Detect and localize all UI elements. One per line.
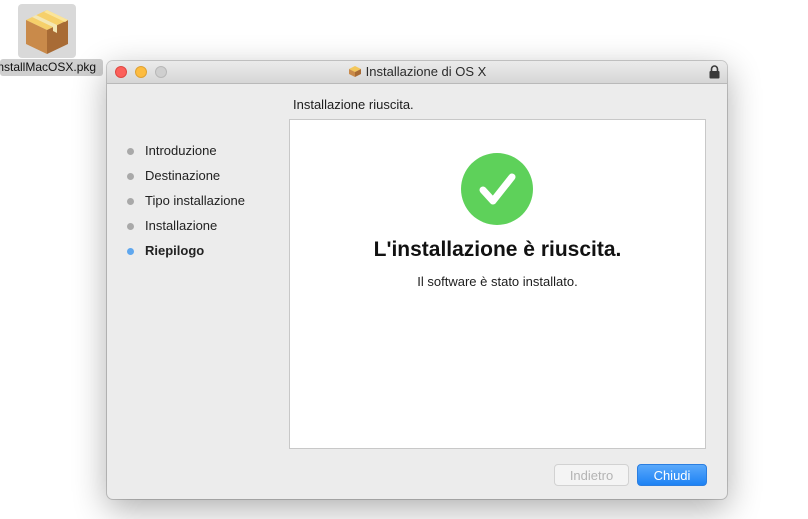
step-label: Installazione	[145, 218, 218, 233]
sidebar-step-riepilogo: Riepilogo	[127, 241, 287, 266]
close-button[interactable]: Chiudi	[637, 464, 707, 486]
installer-window: Installazione di OS X Installazione rius…	[107, 61, 727, 499]
sidebar-step-tipo-installazione: Tipo installazione	[127, 191, 287, 216]
success-message: Il software è stato installato.	[417, 274, 578, 289]
step-dot-icon	[127, 148, 134, 155]
package-icon	[26, 10, 68, 54]
steps-sidebar: Introduzione Destinazione Tipo installaz…	[127, 141, 287, 266]
pane-subtitle: Installazione riuscita.	[293, 97, 414, 112]
step-dot-icon	[127, 223, 134, 230]
package-icon	[348, 66, 361, 78]
title-bar[interactable]: Installazione di OS X	[107, 61, 727, 84]
desktop-file-label[interactable]: InstallMacOSX.pkg	[0, 59, 103, 76]
sidebar-step-introduzione: Introduzione	[127, 141, 287, 166]
step-dot-active-icon	[127, 248, 134, 255]
summary-panel: L'installazione è riuscita. Il software …	[289, 119, 706, 449]
sidebar-step-installazione: Installazione	[127, 216, 287, 241]
window-title: Installazione di OS X	[365, 64, 487, 79]
window-title-area: Installazione di OS X	[107, 61, 727, 83]
sidebar-step-destinazione: Destinazione	[127, 166, 287, 191]
lock-icon	[709, 65, 720, 79]
step-dot-icon	[127, 173, 134, 180]
step-label: Tipo installazione	[145, 193, 245, 208]
step-label: Introduzione	[145, 143, 217, 158]
step-dot-icon	[127, 198, 134, 205]
desktop-file-icon[interactable]	[18, 4, 76, 58]
step-label: Riepilogo	[145, 243, 205, 258]
success-headline: L'installazione è riuscita.	[373, 238, 622, 261]
step-label: Destinazione	[145, 168, 221, 183]
success-checkmark-icon	[461, 153, 533, 225]
back-button[interactable]: Indietro	[554, 464, 629, 486]
